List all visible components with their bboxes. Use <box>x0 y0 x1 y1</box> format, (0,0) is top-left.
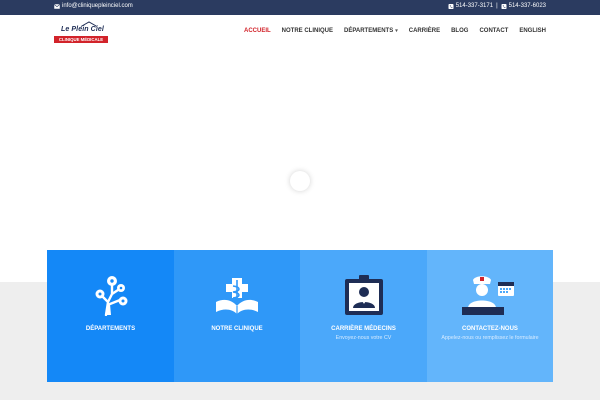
chevron-down-icon: ▾ <box>395 28 398 34</box>
nav-item-departements[interactable]: DÉPARTEMENTS ▾ <box>344 28 398 34</box>
phone-separator: | <box>496 3 498 9</box>
panel-shape <box>427 250 553 382</box>
panel-icon-wrap <box>174 274 300 316</box>
main-nav: ACCUEIL NOTRE CLINIQUE DÉPARTEMENTS ▾ CAR… <box>244 28 546 34</box>
panel-shape <box>300 250 427 382</box>
email-link[interactable]: info@cliniquepleinciel.com <box>54 3 133 9</box>
panel-title: CONTACTEZ-NOUS <box>462 326 518 332</box>
email-text: info@cliniquepleinciel.com <box>62 3 133 9</box>
panel-subtitle: Appelez-nous ou remplissez le formulaire <box>441 335 539 341</box>
nav-item-label: ACCUEIL <box>243 28 271 34</box>
panel-background <box>174 250 300 382</box>
nav-item-blog[interactable]: BLOG <box>451 28 468 34</box>
nav-item-notre-clinique[interactable]: NOTRE CLINIQUE <box>282 28 333 34</box>
panel-background <box>300 250 427 382</box>
site-logo[interactable]: Le Plein Ciel CLINIQUE MÉDICALE <box>54 21 110 44</box>
nav-item-accueil[interactable]: ACCUEIL <box>244 28 271 34</box>
nav-item-label: DÉPARTEMENTS <box>344 28 394 34</box>
nav-item-label: ENGLISH <box>519 28 546 34</box>
phone-link-1[interactable]: 514-337-3171 <box>456 3 493 9</box>
top-bar: info@cliniquepleinciel.com 514-337-3171 … <box>0 0 600 15</box>
panel-contactez-nous[interactable]: CONTACTEZ-NOUS Appelez-nous ou remplisse… <box>427 250 553 382</box>
nurse-calendar-icon <box>462 276 514 315</box>
nav-item-label: CARRIÈRE <box>408 28 441 34</box>
page: info@cliniquepleinciel.com 514-337-3171 … <box>0 0 600 400</box>
site-header: Le Plein Ciel CLINIQUE MÉDICALE ACCUEIL … <box>0 15 600 51</box>
panel-title: CARRIÈRE MÉDECINS <box>331 326 396 332</box>
logo-tagline: CLINIQUE MÉDICALE <box>54 36 108 43</box>
phone-icon <box>501 3 507 9</box>
nav-item-label: NOTRE CLINIQUE <box>281 28 333 34</box>
nav-item-english[interactable]: ENGLISH <box>519 28 546 34</box>
panel-icon-wrap <box>427 274 553 316</box>
phone-link-2[interactable]: 514-337-6023 <box>509 3 546 9</box>
panel-departements[interactable]: DÉPARTEMENTS <box>47 250 174 382</box>
nav-item-label: BLOG <box>451 28 469 34</box>
panel-icon-wrap <box>300 274 427 316</box>
loading-spinner <box>290 171 310 191</box>
doctor-badge-icon <box>344 275 383 315</box>
hero-section <box>0 51 600 282</box>
panel-background <box>47 250 174 382</box>
medical-book-icon <box>216 278 258 314</box>
panel-shape <box>47 250 174 382</box>
panel-subtitle: Envoyez-nous votre CV <box>335 335 392 341</box>
panel-icon-wrap <box>47 274 174 316</box>
phone-icon <box>448 3 454 9</box>
panel-background <box>427 250 553 382</box>
logo-brand: Le Plein Ciel <box>61 26 104 33</box>
panel-title: NOTRE CLINIQUE <box>211 326 263 332</box>
panel-notre-clinique[interactable]: NOTRE CLINIQUE <box>174 250 300 382</box>
panel-carriere-medecins[interactable]: CARRIÈRE MÉDECINS Envoyez-nous votre CV <box>300 250 427 382</box>
nav-item-label: CONTACT <box>479 28 509 34</box>
envelope-icon <box>54 3 60 9</box>
panel-shape <box>174 250 300 382</box>
phone-numbers: 514-337-3171 | 514-337-6023 <box>448 3 546 9</box>
panel-title: DÉPARTEMENTS <box>85 326 136 332</box>
nav-item-carriere[interactable]: CARRIÈRE <box>409 28 440 34</box>
tree-gears-icon <box>95 276 127 316</box>
nav-item-contact[interactable]: CONTACT <box>479 28 508 34</box>
